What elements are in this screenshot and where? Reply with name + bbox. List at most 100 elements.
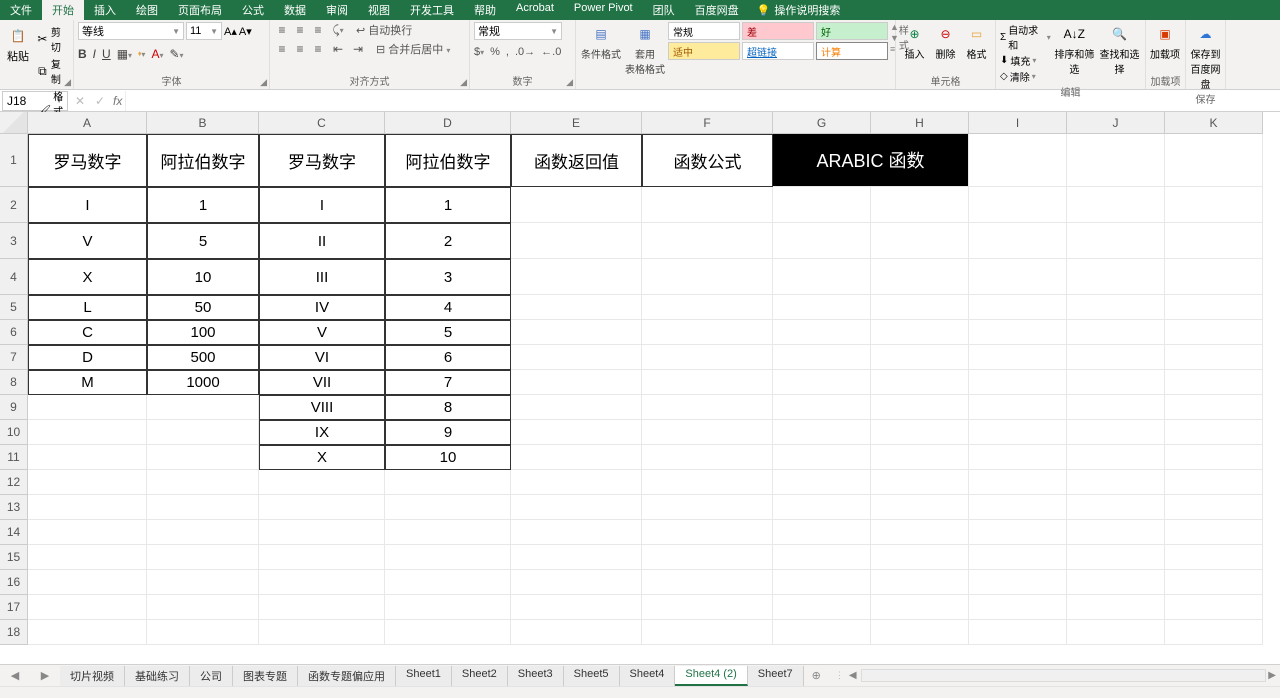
cell[interactable] xyxy=(773,495,871,520)
orientation-icon[interactable]: ⤹▾ xyxy=(330,22,346,38)
column-header-K[interactable]: K xyxy=(1165,112,1263,134)
cell[interactable]: 阿拉伯数字 xyxy=(147,134,259,187)
insert-cells-button[interactable]: ⊕插入 xyxy=(900,22,929,61)
copy-button[interactable]: ⧉复制 xyxy=(36,56,67,86)
cell[interactable] xyxy=(871,595,969,620)
hscroll-left-icon[interactable]: ◀ xyxy=(849,670,857,681)
number-format-select[interactable]: 常规▼ xyxy=(474,22,562,40)
cell[interactable] xyxy=(1067,470,1165,495)
cell[interactable] xyxy=(969,495,1067,520)
cell[interactable] xyxy=(259,495,385,520)
cell[interactable] xyxy=(511,395,642,420)
cell[interactable] xyxy=(511,495,642,520)
decrease-indent-icon[interactable]: ⇤ xyxy=(330,41,346,57)
cell[interactable]: X xyxy=(28,259,147,295)
cell[interactable] xyxy=(773,320,871,345)
cell[interactable] xyxy=(1165,223,1263,259)
fill-color-button[interactable]: ⬪▾ xyxy=(138,46,145,61)
cell[interactable] xyxy=(871,520,969,545)
cell[interactable] xyxy=(1165,370,1263,395)
cell[interactable] xyxy=(1165,187,1263,223)
paste-button[interactable]: 📋 粘贴 xyxy=(4,22,32,66)
cell[interactable]: V xyxy=(28,223,147,259)
cell[interactable] xyxy=(511,470,642,495)
sheet-tab[interactable]: Sheet4 xyxy=(620,666,676,686)
cell[interactable]: 100 xyxy=(147,320,259,345)
cell[interactable]: M xyxy=(28,370,147,395)
sheet-nav-prev-icon[interactable]: ◀ xyxy=(11,669,19,682)
cell[interactable]: L xyxy=(28,295,147,320)
cell[interactable] xyxy=(969,223,1067,259)
style-calculation[interactable]: 计算 xyxy=(816,42,888,60)
cell[interactable] xyxy=(385,495,511,520)
cell[interactable]: I xyxy=(259,187,385,223)
cell[interactable]: 1000 xyxy=(147,370,259,395)
row-header-2[interactable]: 2 xyxy=(0,187,28,223)
row-header-11[interactable]: 11 xyxy=(0,445,28,470)
cell[interactable] xyxy=(1067,134,1165,187)
cell[interactable] xyxy=(871,470,969,495)
ribbon-tab-公式[interactable]: 公式 xyxy=(232,0,274,21)
cell[interactable]: 1 xyxy=(385,187,511,223)
style-bad[interactable]: 差 xyxy=(742,22,814,40)
cell[interactable]: VII xyxy=(259,370,385,395)
cell[interactable]: II xyxy=(259,223,385,259)
percent-button[interactable]: % xyxy=(490,46,500,58)
cell[interactable]: IX xyxy=(259,420,385,445)
font-dialog-icon[interactable]: ◢ xyxy=(260,77,267,88)
cell[interactable] xyxy=(147,595,259,620)
cell[interactable] xyxy=(28,470,147,495)
cell[interactable] xyxy=(871,395,969,420)
cell[interactable] xyxy=(511,295,642,320)
cell[interactable] xyxy=(969,470,1067,495)
clear-button[interactable]: ◇清除▾ xyxy=(1000,69,1051,84)
fx-icon[interactable]: fx xyxy=(110,94,125,108)
cell[interactable]: III xyxy=(259,259,385,295)
add-sheet-button[interactable]: ⊕ xyxy=(804,667,829,684)
cell[interactable] xyxy=(511,595,642,620)
column-header-F[interactable]: F xyxy=(642,112,773,134)
format-as-table-button[interactable]: ▦ 套用 表格格式 xyxy=(624,22,666,76)
cell[interactable] xyxy=(773,470,871,495)
cell[interactable] xyxy=(147,495,259,520)
cell[interactable]: 罗马数字 xyxy=(28,134,147,187)
cell[interactable] xyxy=(511,620,642,645)
border-button[interactable]: ▦▾ xyxy=(117,47,132,61)
cell[interactable] xyxy=(871,295,969,320)
cell[interactable] xyxy=(1165,295,1263,320)
cell[interactable] xyxy=(773,370,871,395)
cell[interactable] xyxy=(1165,570,1263,595)
cell[interactable] xyxy=(773,620,871,645)
cell[interactable] xyxy=(28,495,147,520)
cell[interactable] xyxy=(871,223,969,259)
cell[interactable] xyxy=(147,445,259,470)
cell[interactable]: 10 xyxy=(147,259,259,295)
bold-button[interactable]: B xyxy=(78,47,87,61)
cell[interactable] xyxy=(1067,320,1165,345)
cell[interactable] xyxy=(1067,520,1165,545)
cell[interactable] xyxy=(871,620,969,645)
cell[interactable] xyxy=(1067,223,1165,259)
row-header-3[interactable]: 3 xyxy=(0,223,28,259)
phonetic-button[interactable]: ✎▾ xyxy=(169,47,183,61)
cell[interactable] xyxy=(28,570,147,595)
font-color-button[interactable]: A▾ xyxy=(151,47,163,61)
sort-filter-button[interactable]: A↓Z排序和筛选 xyxy=(1053,22,1096,76)
cell[interactable] xyxy=(773,595,871,620)
cell[interactable] xyxy=(1067,595,1165,620)
cell[interactable] xyxy=(1165,470,1263,495)
cell[interactable] xyxy=(259,520,385,545)
cell[interactable] xyxy=(385,545,511,570)
cell[interactable]: 500 xyxy=(147,345,259,370)
grid[interactable]: ABCDEFGHIJK 123456789101112131415161718 … xyxy=(0,112,1280,664)
cell[interactable]: 50 xyxy=(147,295,259,320)
cell[interactable] xyxy=(1067,295,1165,320)
row-header-12[interactable]: 12 xyxy=(0,470,28,495)
cell[interactable]: VI xyxy=(259,345,385,370)
cell[interactable] xyxy=(969,370,1067,395)
cell[interactable] xyxy=(773,545,871,570)
cell[interactable] xyxy=(642,470,773,495)
row-header-6[interactable]: 6 xyxy=(0,320,28,345)
column-header-E[interactable]: E xyxy=(511,112,642,134)
ribbon-tab-审阅[interactable]: 审阅 xyxy=(316,0,358,21)
